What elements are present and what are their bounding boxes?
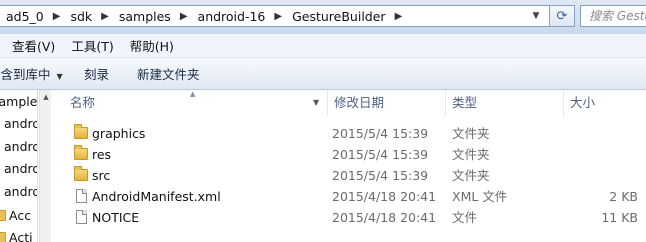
file-name: res [92, 147, 112, 162]
nav-scrollbar[interactable]: ▲ [39, 90, 51, 242]
column-header-date[interactable]: 修改日期 [328, 90, 446, 116]
folder-icon [74, 124, 88, 139]
breadcrumb-label: GestureBuilder [292, 8, 386, 24]
column-header-name[interactable]: 名称 [64, 90, 328, 116]
breadcrumb-chevron-icon[interactable]: ▶ [53, 11, 61, 22]
breadcrumb-samples[interactable]: samples ▶ [113, 6, 192, 26]
breadcrumb-chevron-icon[interactable]: ▶ [180, 11, 188, 22]
nav-item-label: android [4, 139, 37, 154]
menu-view[interactable]: 查看(V) [0, 36, 55, 55]
file-type: 文件 [452, 210, 478, 225]
nav-item-label: samples [0, 94, 38, 109]
breadcrumb-android-16[interactable]: android-16 ▶ [192, 6, 287, 26]
nav-item-label: Acti [9, 230, 33, 242]
column-header-size[interactable]: 大小 [564, 90, 646, 116]
breadcrumb-gesturebuilder[interactable]: GestureBuilder ▶ [286, 6, 406, 26]
chevron-down-icon[interactable]: ▼ [313, 98, 319, 107]
refresh-icon: ⟳ [556, 8, 568, 24]
file-type: 文件夹 [452, 126, 490, 141]
file-name: AndroidManifest.xml [92, 189, 221, 204]
file-date: 2015/5/4 15:39 [332, 126, 429, 141]
nav-item[interactable]: Acc [0, 207, 31, 225]
file-row[interactable]: AndroidManifest.xml 2015/4/18 20:41 XML … [52, 186, 646, 207]
nav-item[interactable]: android [4, 183, 37, 201]
nav-item[interactable]: android [4, 115, 37, 133]
file-size: 11 KB [601, 210, 638, 225]
file-type: 文件夹 [452, 168, 490, 183]
xml-file-icon [76, 189, 87, 203]
breadcrumb-chevron-icon[interactable]: ▶ [395, 11, 403, 22]
folder-icon [0, 210, 6, 221]
file-type: 文件夹 [452, 147, 490, 162]
nav-item[interactable]: android [4, 138, 37, 156]
file-date: 2015/4/18 20:41 [332, 210, 437, 225]
address-bar[interactable]: ad5_0 ▶ sdk ▶ samples ▶ android-16 ▶ Gesture… [0, 5, 574, 27]
breadcrumb-sdk[interactable]: sdk ▶ [64, 6, 112, 26]
file-size [572, 144, 638, 165]
chevron-down-icon: ▼ [56, 72, 63, 81]
file-date: 2015/5/4 15:39 [332, 147, 429, 162]
include-in-library-label: 包含到库中 [0, 67, 51, 82]
nav-item-label: android [4, 161, 37, 176]
breadcrumb-chevron-icon[interactable]: ▶ [101, 11, 109, 22]
file-type: XML 文件 [452, 189, 508, 204]
menu-bar: 查看(V) 工具(T) 帮助(H) [0, 34, 646, 58]
burn-button[interactable]: 刻录 [84, 64, 109, 83]
nav-item-label: android [4, 116, 37, 131]
search-input[interactable]: 搜索 GestureBuilder [580, 5, 646, 27]
file-row[interactable]: src 2015/5/4 15:39 文件夹 [52, 165, 646, 186]
file-size [572, 123, 638, 144]
menu-help[interactable]: 帮助(H) [116, 36, 174, 55]
command-toolbar: 包含到库中 ▼ 刻录 新建文件夹 [0, 58, 646, 90]
column-header-type[interactable]: 类型 [446, 90, 564, 116]
new-folder-button[interactable]: 新建文件夹 [137, 64, 200, 83]
sort-ascending-icon: ▲ [190, 90, 196, 98]
file-row[interactable]: res 2015/5/4 15:39 文件夹 [52, 144, 646, 165]
breadcrumb-label: samples [118, 8, 171, 24]
file-name: NOTICE [92, 210, 140, 225]
nav-item-label: Acc [9, 208, 32, 223]
nav-item[interactable]: samples [0, 93, 38, 111]
folder-icon [74, 145, 88, 160]
file-size: 2 KB [609, 189, 638, 204]
refresh-button[interactable]: ⟳ [549, 5, 575, 27]
file-icon [76, 210, 87, 224]
breadcrumb-label: ad5_0 [6, 8, 44, 24]
file-name: src [92, 168, 111, 183]
nav-item-label: android [4, 184, 37, 199]
breadcrumb-label: sdk [70, 8, 93, 24]
nav-item[interactable]: android [4, 160, 37, 178]
address-history-dropdown-icon[interactable]: ▼ [529, 6, 543, 26]
file-row[interactable]: NOTICE 2015/4/18 20:41 文件 11 KB [52, 207, 646, 228]
scroll-up-arrow-icon[interactable]: ▲ [40, 90, 52, 104]
nav-item[interactable]: Acti [0, 229, 33, 242]
file-date: 2015/4/18 20:41 [332, 189, 437, 204]
folder-icon [74, 166, 88, 181]
file-size [572, 165, 638, 186]
file-name: graphics [92, 126, 146, 141]
breadcrumb-ad5-0[interactable]: ad5_0 ▶ [0, 6, 64, 26]
navigation-pane[interactable]: samples android android android android … [0, 90, 38, 242]
file-row[interactable]: graphics 2015/5/4 15:39 文件夹 [52, 123, 646, 144]
include-in-library-button[interactable]: 包含到库中 ▼ [0, 64, 63, 83]
breadcrumb-label: android-16 [197, 8, 266, 24]
menu-tools[interactable]: 工具(T) [57, 36, 113, 55]
address-bar-row: ad5_0 ▶ sdk ▶ samples ▶ android-16 ▶ Gesture… [0, 0, 646, 34]
breadcrumb-chevron-icon[interactable]: ▶ [274, 11, 282, 22]
folder-icon [0, 232, 6, 242]
file-date: 2015/5/4 15:39 [332, 168, 429, 183]
